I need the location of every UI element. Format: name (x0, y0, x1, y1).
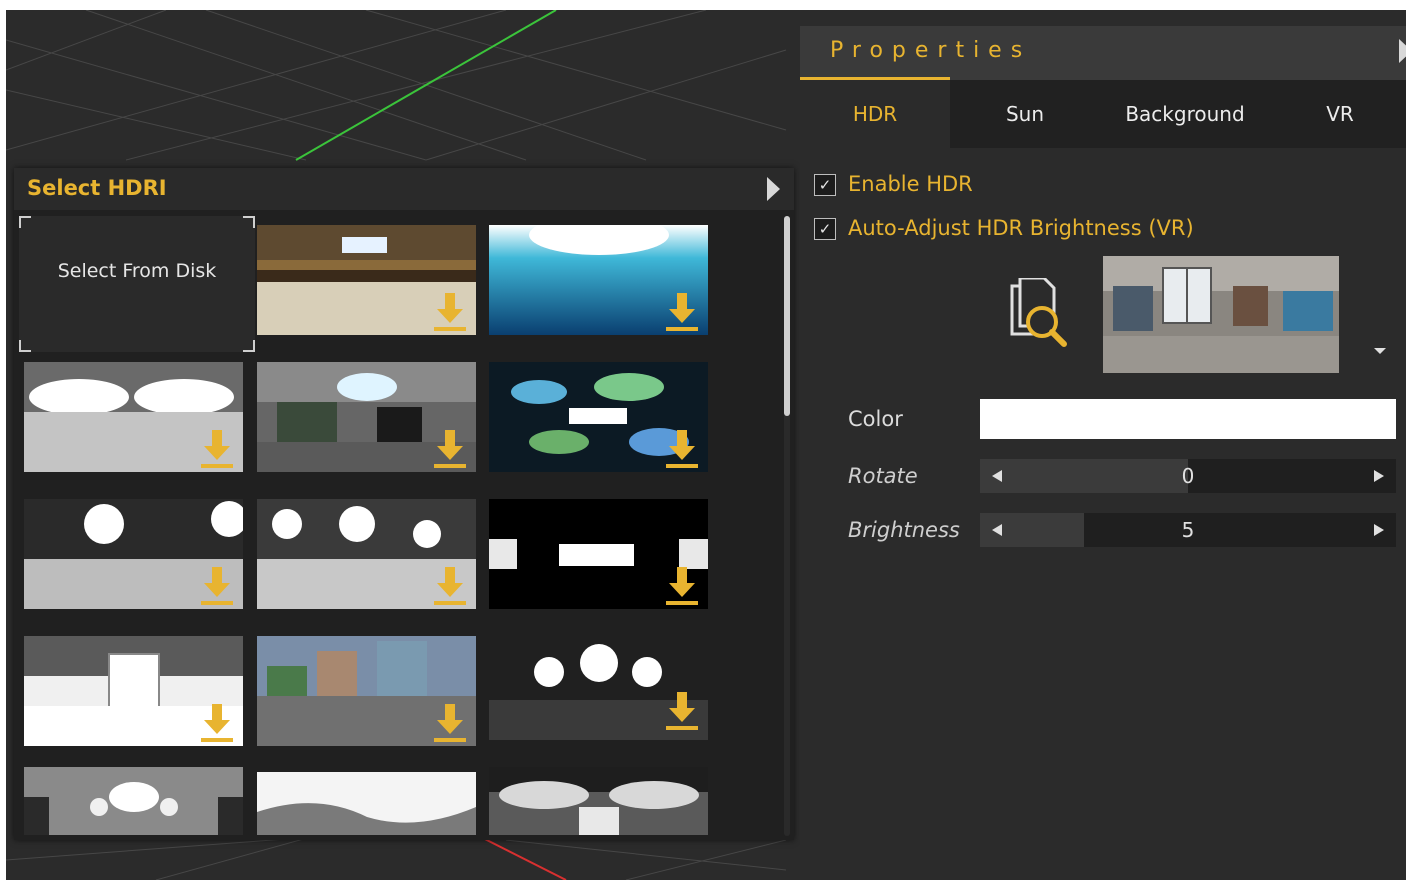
hdr-preview-image[interactable] (1103, 256, 1339, 373)
color-swatch[interactable] (980, 399, 1396, 439)
download-icon[interactable] (434, 704, 466, 742)
rotate-slider[interactable]: 0 (980, 459, 1396, 493)
rotate-value: 0 (1181, 464, 1195, 488)
tab-background[interactable]: Background (1100, 80, 1270, 148)
brightness-value: 5 (1181, 518, 1195, 542)
hdri-thumb-atrium[interactable] (489, 767, 708, 835)
enable-hdr-label: Enable HDR (848, 172, 973, 196)
hdri-panel-header: Select HDRI (14, 168, 794, 210)
corner-tl (19, 216, 31, 228)
download-icon[interactable] (666, 293, 698, 331)
select-from-disk-button[interactable]: Select From Disk (19, 216, 255, 352)
corner-bl (19, 340, 31, 352)
hdri-scrollbar-thumb[interactable] (784, 216, 790, 416)
brightness-increment-icon[interactable] (1374, 524, 1384, 536)
tab-sun[interactable]: Sun (950, 80, 1100, 148)
tab-vr[interactable]: VR (1280, 80, 1400, 148)
download-icon[interactable] (201, 567, 233, 605)
select-hdri-panel: Select HDRI Select From Disk (14, 168, 794, 840)
hdri-thumbnail-grid: Select From Disk (14, 210, 784, 835)
tab-hdr[interactable]: HDR (800, 80, 950, 148)
3d-viewport[interactable]: Select HDRI Select From Disk Properties … (6, 10, 1406, 880)
rotate-increment-icon[interactable] (1374, 470, 1384, 482)
enable-hdr-checkbox[interactable]: ✓ (814, 174, 836, 196)
properties-header: Properties (800, 26, 1406, 81)
auto-adjust-checkbox[interactable]: ✓ (814, 218, 836, 240)
select-from-disk-label: Select From Disk (57, 260, 217, 282)
download-icon[interactable] (666, 692, 698, 730)
properties-title: Properties (830, 38, 1032, 63)
hdri-scrollbar[interactable] (784, 216, 790, 836)
properties-collapse-arrow-icon[interactable] (1399, 39, 1406, 63)
rotate-label: Rotate (848, 464, 918, 488)
hdri-collapse-arrow-icon[interactable] (767, 177, 780, 201)
download-icon[interactable] (201, 430, 233, 468)
corner-br (243, 340, 255, 352)
brightness-slider[interactable]: 5 (980, 513, 1396, 547)
properties-panel: Properties HDR Sun Background VR ✓ Enabl… (800, 26, 1406, 880)
download-icon[interactable] (201, 704, 233, 742)
auto-adjust-label: Auto-Adjust HDR Brightness (VR) (848, 216, 1194, 240)
hdri-thumb-room-lights[interactable] (24, 767, 243, 835)
properties-tabs: HDR Sun Background VR (800, 80, 1406, 148)
hdr-dropdown-chevron-icon[interactable] (1374, 348, 1386, 354)
brightness-decrement-icon[interactable] (992, 524, 1002, 536)
color-label: Color (848, 407, 903, 431)
download-icon[interactable] (434, 430, 466, 468)
corner-tr (243, 216, 255, 228)
rotate-decrement-icon[interactable] (992, 470, 1002, 482)
download-icon[interactable] (666, 430, 698, 468)
brightness-label: Brightness (848, 518, 960, 542)
hdri-thumb-white-dome[interactable] (257, 772, 476, 835)
download-icon[interactable] (666, 567, 698, 605)
download-icon[interactable] (434, 293, 466, 331)
download-icon[interactable] (434, 567, 466, 605)
hdri-panel-title: Select HDRI (27, 176, 167, 200)
browse-file-icon[interactable] (1006, 278, 1072, 352)
